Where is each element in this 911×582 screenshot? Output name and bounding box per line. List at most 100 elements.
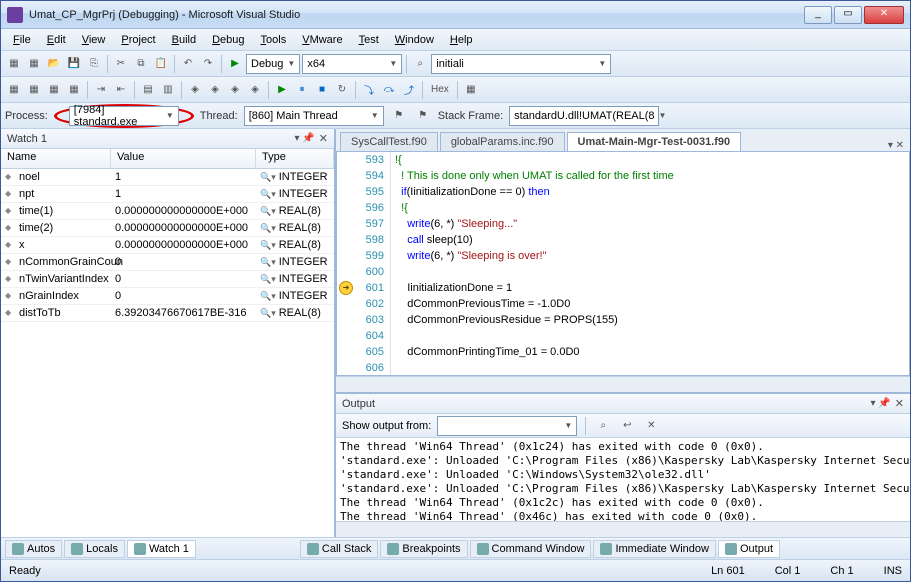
restart-icon[interactable]: ↻ — [333, 81, 351, 99]
code-line[interactable]: !{ — [395, 152, 909, 168]
line-gutter[interactable]: 593594595596597598599600➜601602603604605… — [337, 152, 391, 375]
line-number[interactable]: 593 — [337, 152, 384, 168]
line-number[interactable]: 602 — [337, 296, 384, 312]
watch-value[interactable]: 0 — [111, 290, 256, 302]
menu-file[interactable]: File — [5, 32, 39, 48]
minimize-button[interactable]: _ — [804, 6, 832, 24]
redo-icon[interactable]: ↷ — [199, 55, 217, 73]
maximize-button[interactable]: ▭ — [834, 6, 862, 24]
outdent-icon[interactable]: ⇤ — [112, 81, 130, 99]
line-number[interactable]: 599 — [337, 248, 384, 264]
magnifier-icon[interactable]: 🔍▾ — [260, 189, 276, 200]
menu-window[interactable]: Window — [387, 32, 442, 48]
code-line[interactable]: dCommonPrintingTime_01 = 0.0D0 — [395, 344, 909, 360]
editor-tab[interactable]: Umat-Main-Mgr-Test-0031.f90 — [567, 132, 742, 151]
bottom-tab-output[interactable]: Output — [718, 540, 780, 558]
watch-name[interactable]: noel — [1, 171, 111, 183]
watch-name[interactable]: nTwinVariantIndex — [1, 273, 111, 285]
watch-name[interactable]: nCommonGrainCoun — [1, 256, 111, 268]
watch-row[interactable]: npt1🔍▾ INTEGER — [1, 186, 334, 203]
close-button[interactable]: ✕ — [864, 6, 904, 24]
watch-row[interactable]: distToTb6.39203476670617BE-316🔍▾ REAL(8) — [1, 305, 334, 322]
copy-icon[interactable]: ⧉ — [132, 55, 150, 73]
magnifier-icon[interactable]: 🔍▾ — [260, 257, 276, 268]
line-number[interactable]: 594 — [337, 168, 384, 184]
step-over-icon[interactable]: ⤼ — [380, 81, 398, 99]
thread-flag-icon[interactable]: ⚑ — [414, 107, 432, 125]
code-line[interactable]: IinitializationDone = 1 — [395, 280, 909, 296]
tb-icon[interactable]: ▦ — [25, 81, 43, 99]
magnifier-icon[interactable]: 🔍▾ — [260, 274, 276, 285]
magnifier-icon[interactable]: 🔍▾ — [260, 308, 276, 319]
watch-value[interactable]: 0 — [111, 273, 256, 285]
hex-toggle[interactable]: Hex — [427, 81, 453, 99]
watch-value[interactable]: 0.000000000000000E+000 — [111, 205, 256, 217]
menu-edit[interactable]: Edit — [39, 32, 74, 48]
watch-header[interactable]: Watch 1 ▾ 📌 ✕ — [1, 129, 334, 149]
step-into-icon[interactable]: ⤵ — [360, 81, 378, 99]
continue-icon[interactable]: ▶ — [273, 81, 291, 99]
bottom-tab-call-stack[interactable]: Call Stack — [300, 540, 379, 558]
clear-icon[interactable]: ✕ — [642, 417, 660, 435]
find-combo[interactable]: initiali▼ — [431, 54, 611, 74]
line-number[interactable]: 597 — [337, 216, 384, 232]
indent-icon[interactable]: ⇥ — [92, 81, 110, 99]
watch-row[interactable]: time(1)0.000000000000000E+000🔍▾ REAL(8) — [1, 203, 334, 220]
watch-name[interactable]: time(2) — [1, 222, 111, 234]
paste-icon[interactable]: 📋 — [152, 55, 170, 73]
bookmark-clear-icon[interactable]: ◈ — [246, 81, 264, 99]
line-number[interactable]: 605 — [337, 344, 384, 360]
close-icon[interactable]: ✕ — [319, 132, 328, 145]
code-line[interactable] — [395, 264, 909, 280]
code-line[interactable] — [395, 328, 909, 344]
start-continue-icon[interactable]: ▶ — [226, 55, 244, 73]
step-out-icon[interactable]: ⤴ — [400, 81, 418, 99]
watch-row[interactable]: nTwinVariantIndex0🔍▾ INTEGER — [1, 271, 334, 288]
add-item-icon[interactable]: ▦ — [25, 55, 43, 73]
menu-tools[interactable]: Tools — [253, 32, 295, 48]
watch-value[interactable]: 0.000000000000000E+000 — [111, 239, 256, 251]
line-number[interactable]: 604 — [337, 328, 384, 344]
line-number[interactable]: 606 — [337, 360, 384, 376]
find-icon[interactable]: ⌕ — [411, 55, 429, 73]
menu-view[interactable]: View — [74, 32, 114, 48]
find-icon[interactable]: ⌕ — [594, 417, 612, 435]
menu-debug[interactable]: Debug — [204, 32, 252, 48]
code-line[interactable]: if(IinitializationDone == 0) then — [395, 184, 909, 200]
watch-value[interactable]: 0 — [111, 256, 256, 268]
code-body[interactable]: !{ ! This is done only when UMAT is call… — [391, 152, 909, 375]
watch-row[interactable]: noel1🔍▾ INTEGER — [1, 169, 334, 186]
uncomment-icon[interactable]: ▥ — [159, 81, 177, 99]
line-number[interactable]: 600 — [337, 264, 384, 280]
watch-row[interactable]: time(2)0.000000000000000E+000🔍▾ REAL(8) — [1, 220, 334, 237]
code-line[interactable] — [395, 360, 909, 375]
process-combo[interactable]: [7984] standard.exe▼ — [69, 106, 179, 126]
watch-value[interactable]: 0.000000000000000E+000 — [111, 222, 256, 234]
line-number[interactable]: 595 — [337, 184, 384, 200]
bottom-tab-autos[interactable]: Autos — [5, 540, 62, 558]
watch-name[interactable]: nGrainIndex — [1, 290, 111, 302]
pause-icon[interactable]: ⏸ — [293, 81, 311, 99]
magnifier-icon[interactable]: 🔍▾ — [260, 172, 276, 183]
thread-flag-icon[interactable]: ⚑ — [390, 107, 408, 125]
col-name[interactable]: Name — [1, 149, 111, 168]
bottom-tab-immediate-window[interactable]: Immediate Window — [593, 540, 716, 558]
menu-test[interactable]: Test — [351, 32, 387, 48]
watch-name[interactable]: distToTb — [1, 307, 111, 319]
thread-combo[interactable]: [860] Main Thread▼ — [244, 106, 384, 126]
cut-icon[interactable]: ✂ — [112, 55, 130, 73]
bookmark-prev-icon[interactable]: ◈ — [206, 81, 224, 99]
new-project-icon[interactable]: ▦ — [5, 55, 23, 73]
windows-icon[interactable]: ▦ — [462, 81, 480, 99]
tb-icon[interactable]: ▦ — [5, 81, 23, 99]
code-line[interactable]: call sleep(10) — [395, 232, 909, 248]
watch-name[interactable]: time(1) — [1, 205, 111, 217]
word-wrap-icon[interactable]: ↩ — [618, 417, 636, 435]
line-number[interactable]: 598 — [337, 232, 384, 248]
code-line[interactable]: write(6, *) "Sleeping is over!" — [395, 248, 909, 264]
titlebar[interactable]: Umat_CP_MgrPrj (Debugging) - Microsoft V… — [1, 1, 910, 29]
bookmark-icon[interactable]: ◈ — [186, 81, 204, 99]
watch-row[interactable]: nGrainIndex0🔍▾ INTEGER — [1, 288, 334, 305]
code-line[interactable]: dCommonPreviousResidue = PROPS(155) — [395, 312, 909, 328]
col-type[interactable]: Type — [256, 149, 334, 168]
